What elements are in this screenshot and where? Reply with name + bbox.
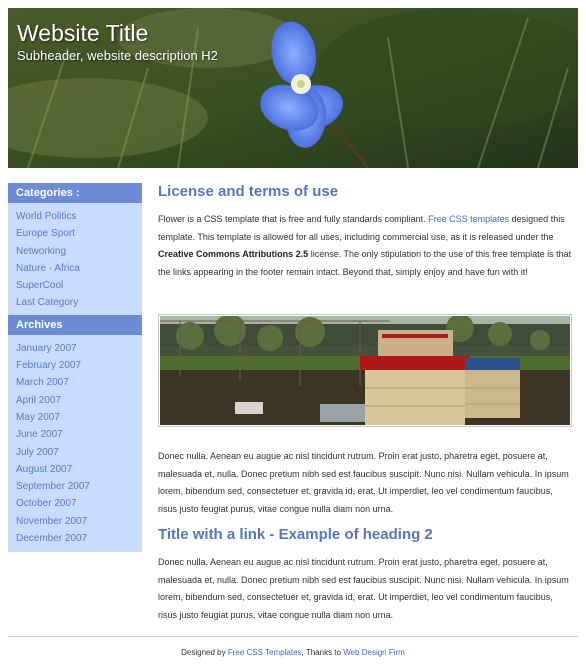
intro-text-1: Flower is a CSS template that is free an… [158, 214, 429, 224]
archive-link[interactable]: October 2007 [8, 495, 142, 512]
archive-link[interactable]: February 2007 [8, 357, 142, 374]
header-banner: Website Title Subheader, website descrip… [8, 8, 578, 168]
category-link[interactable]: Networking [8, 243, 142, 260]
footer: Designed by Free CSS Templates, Thanks t… [0, 648, 586, 657]
archive-link[interactable]: March 2007 [8, 374, 142, 391]
archive-link[interactable]: July 2007 [8, 444, 142, 461]
archive-link[interactable]: December 2007 [8, 530, 142, 547]
footer-prefix: Designed by [181, 648, 228, 657]
category-link[interactable]: SuperCool [8, 277, 142, 294]
archive-link[interactable]: January 2007 [8, 340, 142, 357]
paragraph-2: Donec nulla. Aenean eu augue ac nisl tin… [158, 557, 569, 620]
archive-link[interactable]: September 2007 [8, 478, 142, 495]
archives-heading: Archives [8, 314, 142, 335]
archives-list: January 2007 February 2007 March 2007 Ap… [8, 335, 142, 551]
category-link[interactable]: Last Category [8, 294, 142, 311]
categories-list: World Politics Europe Sport Networking N… [8, 203, 142, 315]
heading-license: License and terms of use [158, 183, 339, 200]
main-content-lower: Donec nulla. Aenean eu augue ac nisl tin… [158, 448, 572, 624]
beehive-photo [158, 314, 572, 427]
archive-link[interactable]: June 2007 [8, 426, 142, 443]
category-link[interactable]: Europe Sport [8, 225, 142, 242]
site-subtitle: Subheader, website description H2 [17, 48, 218, 63]
archive-link[interactable]: May 2007 [8, 409, 142, 426]
archive-link[interactable]: November 2007 [8, 513, 142, 530]
footer-divider [8, 636, 578, 637]
archive-link[interactable]: August 2007 [8, 461, 142, 478]
sidebar: Categories : World Politics Europe Sport… [8, 183, 142, 552]
license-name: Creative Commons Attributions 2.5 [158, 249, 309, 259]
site-title: Website Title [17, 20, 149, 46]
free-css-templates-link[interactable]: Free CSS templates [428, 214, 509, 224]
footer-middle: , Thanks to [301, 648, 344, 657]
beehive-image [160, 314, 570, 425]
archive-link[interactable]: April 2007 [8, 392, 142, 409]
category-link[interactable]: Nature - Africa [8, 260, 142, 277]
intro-paragraph: Flower is a CSS template that is free an… [158, 211, 572, 281]
heading-link-example: Title with a link - Example of heading 2 [158, 526, 433, 543]
categories-heading: Categories : [8, 183, 142, 203]
footer-link-free-css[interactable]: Free CSS Templates [228, 648, 302, 657]
main-content: License and terms of use Flower is a CSS… [158, 183, 572, 281]
paragraph-1: Donec nulla. Aenean eu augue ac nisl tin… [158, 451, 569, 514]
category-link[interactable]: World Politics [8, 208, 142, 225]
footer-link-web-design[interactable]: Web Design Firm [343, 648, 405, 657]
